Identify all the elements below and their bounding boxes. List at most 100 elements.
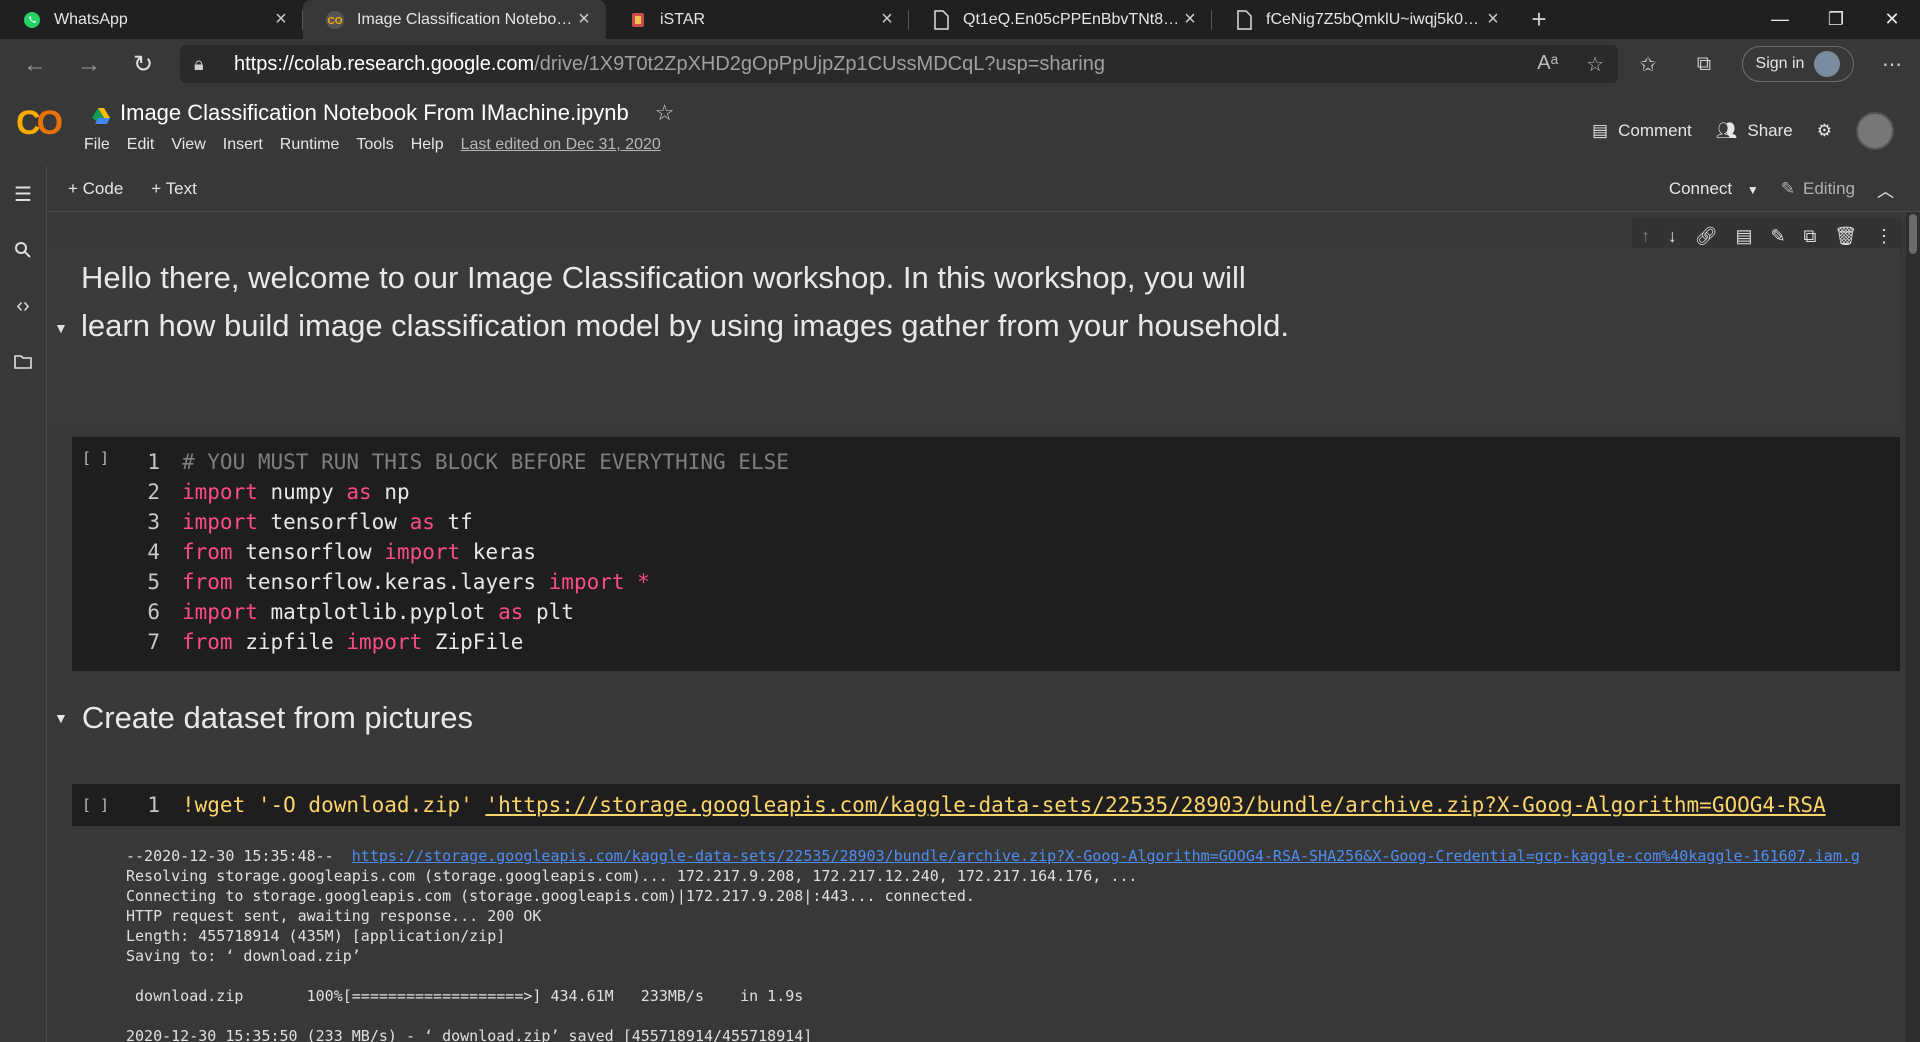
url-field[interactable]: 🔒︎ https://colab.research.google.com/dri…: [180, 45, 1618, 83]
edit-pencil-icon[interactable]: ✎: [1770, 226, 1785, 247]
menu-insert[interactable]: Insert: [223, 136, 263, 154]
output-link[interactable]: https://storage.googleapis.com/kaggle-da…: [352, 847, 1860, 865]
read-aloud-icon[interactable]: Aᵃ: [1537, 52, 1558, 77]
text-cell-intro[interactable]: ▼ Hello there, welcome to our Image Clas…: [48, 248, 1900, 424]
comment-button[interactable]: ▤ Comment: [1592, 121, 1692, 141]
table-of-contents-icon[interactable]: ☰: [0, 166, 46, 222]
tab-whatsapp[interactable]: WhatsApp ×: [0, 0, 303, 39]
tab-colab-notebook[interactable]: CO Image Classification Notebook Fr ×: [303, 0, 606, 39]
back-icon[interactable]: ←: [8, 51, 62, 79]
people-icon: 👥︎: [1715, 121, 1738, 140]
collections-icon[interactable]: ⧉: [1686, 53, 1722, 76]
menu-edit[interactable]: Edit: [127, 136, 155, 154]
line-number: 7: [147, 630, 160, 654]
notebook-title[interactable]: Image Classification Notebook From IMach…: [120, 100, 629, 126]
run-cell-button[interactable]: [ ]: [82, 449, 109, 467]
comment-icon[interactable]: ▤: [1736, 226, 1753, 247]
section-heading[interactable]: ▼ Create dataset from pictures: [48, 700, 473, 736]
colab-header: CO Image Classification Notebook From IM…: [0, 90, 1920, 166]
more-vert-icon[interactable]: ⋮: [1875, 226, 1893, 247]
notebook-scrollbar[interactable]: [1906, 212, 1920, 1042]
new-tab-icon[interactable]: +: [1517, 0, 1561, 39]
lock-icon: 🔒︎: [194, 53, 204, 74]
move-up-icon[interactable]: ↑: [1641, 226, 1650, 247]
intro-text: Hello there, welcome to our Image Classi…: [81, 260, 1289, 343]
code-keyword: as: [498, 600, 524, 624]
run-cell-button[interactable]: [ ]: [82, 796, 109, 814]
mirror-cell-icon[interactable]: ⧉: [1803, 226, 1816, 247]
line-number: 1: [147, 793, 160, 817]
line-number: 4: [147, 540, 160, 564]
avatar-icon: [1814, 51, 1841, 77]
tab-title: WhatsApp: [54, 10, 128, 28]
tab-document-2[interactable]: fCeNig7Z5bQmklU~iwqj5k0W.Ec ×: [1212, 0, 1515, 39]
notebook-title-row: Image Classification Notebook From IMach…: [92, 100, 674, 126]
code-keyword: from: [182, 570, 233, 594]
files-folder-icon[interactable]: [0, 334, 46, 390]
refresh-icon[interactable]: ↻: [116, 50, 170, 79]
collapse-arrow-icon[interactable]: ▼: [54, 320, 68, 336]
code-snippets-icon[interactable]: ‹›: [0, 278, 46, 334]
move-down-icon[interactable]: ↓: [1668, 226, 1677, 247]
last-edited-link[interactable]: Last edited on Dec 31, 2020: [461, 136, 661, 154]
menu-help[interactable]: Help: [411, 136, 444, 154]
close-icon[interactable]: ×: [877, 8, 897, 31]
favorites-icon[interactable]: ✩: [1630, 52, 1666, 77]
code-cell-imports[interactable]: [ ] 1 # YOU MUST RUN THIS BLOCK BEFORE EV…: [72, 437, 1900, 671]
close-icon[interactable]: ×: [1180, 8, 1200, 31]
add-code-button[interactable]: + Code: [68, 179, 123, 199]
menu-file[interactable]: File: [84, 136, 110, 154]
code-line: 1 # YOU MUST RUN THIS BLOCK BEFORE EVERYT…: [138, 447, 789, 477]
url-host: https://colab.research.google.com: [234, 52, 535, 75]
code-line: 3 import tensorflow as tf: [138, 507, 789, 537]
colab-icon: CO: [325, 10, 345, 30]
code-cell-wget[interactable]: [ ] 1 !wget '-O download.zip' 'https://st…: [72, 784, 1900, 826]
sign-in-label: Sign in: [1755, 55, 1805, 72]
code-text: tensorflow.keras.layers: [232, 570, 549, 594]
code-text: np: [371, 480, 410, 504]
close-icon[interactable]: ×: [574, 8, 594, 31]
code-line: 5 from tensorflow.keras.layers import *: [138, 567, 789, 597]
code-editor[interactable]: 1 # YOU MUST RUN THIS BLOCK BEFORE EVERYT…: [138, 447, 789, 657]
chevron-down-icon[interactable]: ▼: [1747, 183, 1759, 197]
address-bar: ← → ↻ 🔒︎ https://colab.research.google.c…: [0, 39, 1920, 90]
search-icon[interactable]: [0, 222, 46, 278]
settings-gear-icon[interactable]: ⚙: [1817, 121, 1832, 141]
favorite-star-icon[interactable]: ☆: [1586, 52, 1604, 77]
line-number: 2: [147, 480, 160, 504]
delete-icon[interactable]: 🗑︎: [1834, 226, 1857, 247]
share-button[interactable]: 👥︎ Share: [1716, 121, 1793, 141]
add-text-button[interactable]: + Text: [151, 179, 197, 199]
pencil-icon: ✎: [1780, 179, 1796, 198]
menu-tools[interactable]: Tools: [356, 136, 393, 154]
more-icon[interactable]: ⋯: [1874, 52, 1910, 77]
minimize-icon[interactable]: —: [1752, 0, 1808, 39]
forward-icon[interactable]: →: [62, 51, 116, 79]
close-icon[interactable]: ×: [271, 8, 291, 31]
connect-button[interactable]: Connect ▼: [1669, 179, 1759, 199]
link-icon[interactable]: 🔗︎: [1695, 226, 1718, 247]
collapse-header-icon[interactable]: ︿: [1877, 177, 1894, 202]
wget-command: !wget: [182, 793, 258, 817]
tab-title: fCeNig7Z5bQmklU~iwqj5k0W.Ec: [1266, 10, 1483, 28]
code-editor[interactable]: 1 !wget '-O download.zip' 'https://storag…: [138, 790, 1825, 820]
scrollbar-thumb[interactable]: [1909, 214, 1917, 254]
code-keyword: import: [182, 480, 258, 504]
close-icon[interactable]: ×: [1483, 8, 1503, 31]
tab-document-1[interactable]: Qt1eQ.En05cPPEnBbvTNt8CppY ×: [909, 0, 1212, 39]
close-window-icon[interactable]: ✕: [1864, 0, 1920, 39]
star-icon[interactable]: ☆: [655, 100, 675, 126]
menu-view[interactable]: View: [171, 136, 205, 154]
profile-avatar[interactable]: [1856, 112, 1894, 150]
code-line: 7 from zipfile import ZipFile: [138, 627, 789, 657]
code-keyword: from: [182, 630, 233, 654]
code-keyword: as: [346, 480, 372, 504]
line-number: 3: [147, 510, 160, 534]
colab-logo[interactable]: CO: [16, 104, 63, 143]
sign-in-button[interactable]: Sign in: [1742, 46, 1854, 82]
tab-istar[interactable]: iSTAR ×: [606, 0, 909, 39]
editing-mode-button[interactable]: ✎ Editing: [1781, 179, 1855, 199]
menu-runtime[interactable]: Runtime: [280, 136, 340, 154]
restore-icon[interactable]: ❐: [1808, 0, 1864, 39]
collapse-arrow-icon[interactable]: ▼: [54, 710, 68, 726]
